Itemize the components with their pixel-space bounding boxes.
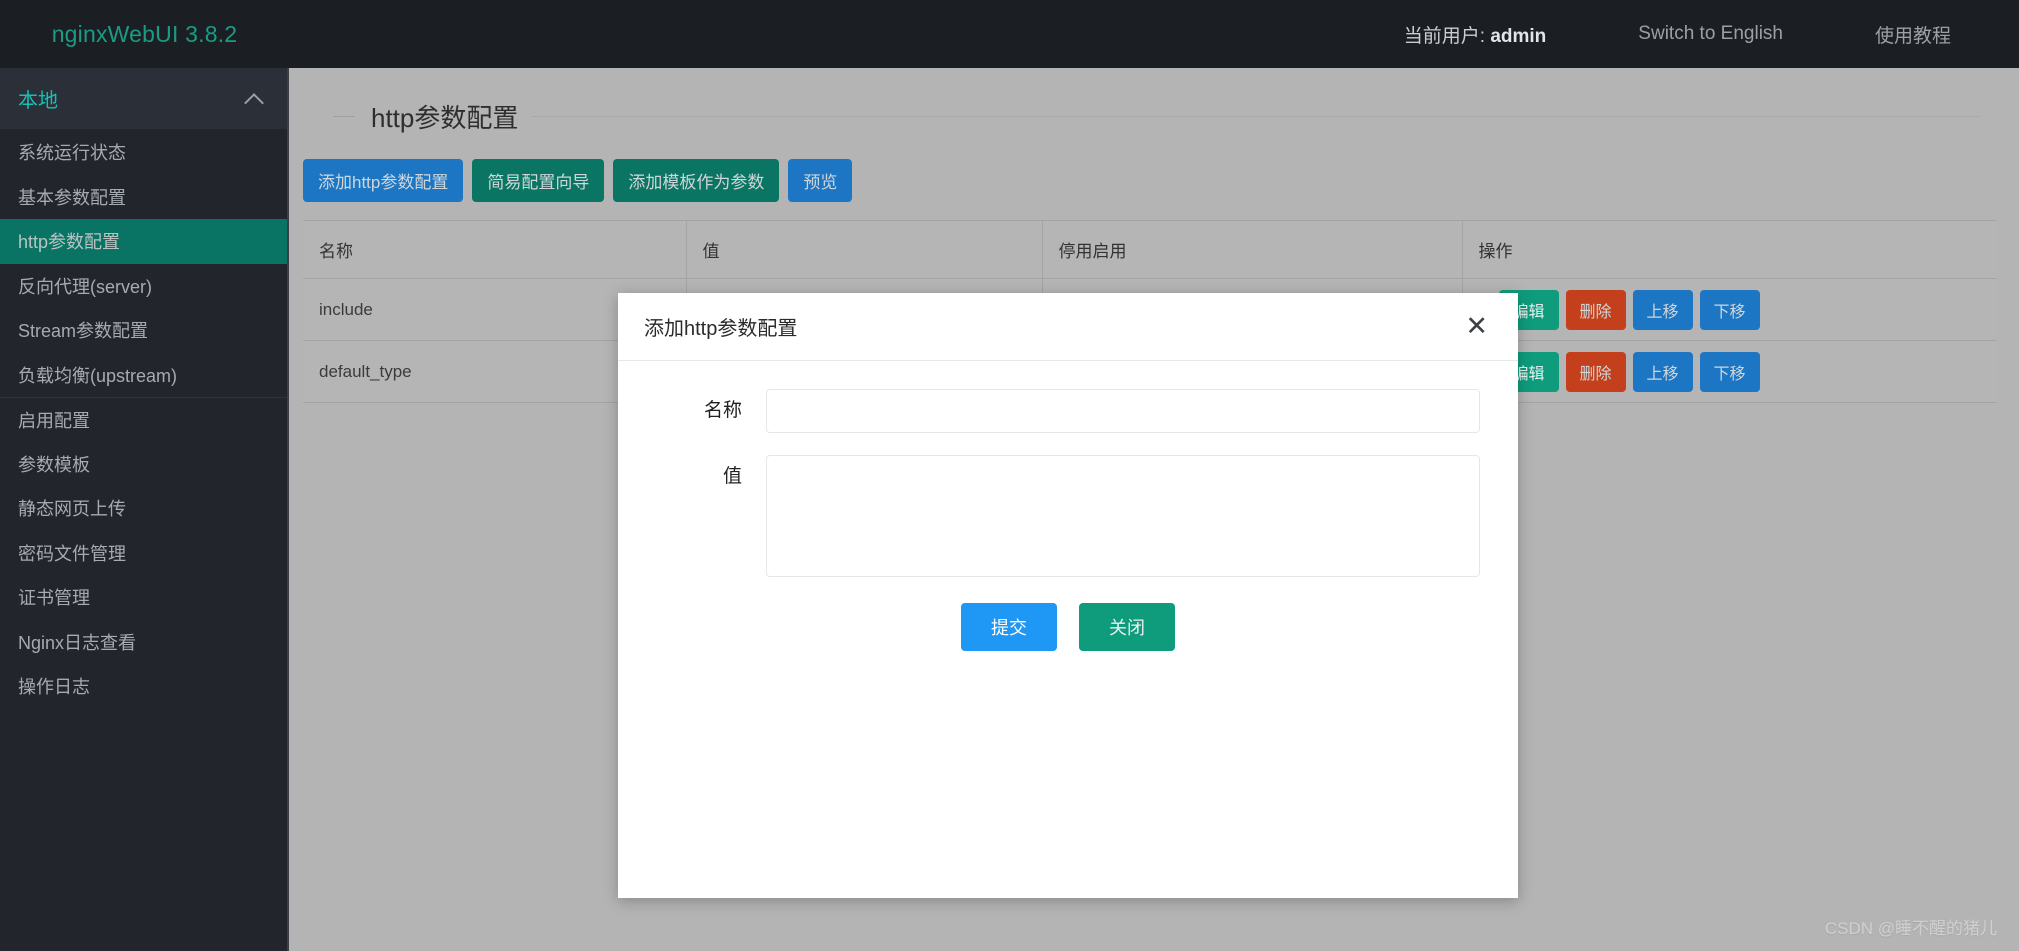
top-nav: 当前用户: admin Switch to English 使用教程 [289, 0, 2019, 68]
sidebar-item-list: 系统运行状态 基本参数配置 http参数配置反向代理(server) Stream参数… [0, 130, 287, 709]
cell-actions: 编辑 删除 上移 下移 [1462, 340, 1998, 403]
column-header-actions: 操作 [1462, 220, 1997, 279]
sidebar-item-8[interactable]: 静态网页上传 [0, 486, 287, 531]
app-logo[interactable]: nginxWebUI 3.8.2 [0, 0, 289, 68]
value-textarea[interactable] [766, 455, 1480, 577]
column-header-toggle: 停用启用 [1042, 220, 1463, 279]
form-row-name: 名称 [656, 389, 1480, 433]
toolbar-button-0[interactable]: 添加http参数配置 [303, 159, 464, 202]
name-input[interactable] [766, 389, 1480, 433]
sidebar-item-label: 证书管理 [18, 588, 90, 609]
page-title: http参数配置 [371, 103, 519, 133]
add-http-param-modal: 添加http参数配置 ✕ 名称 值 提交 关闭 [618, 293, 1518, 898]
close-button[interactable]: 关闭 [1079, 603, 1175, 651]
toolbar-button-3[interactable]: 预览 [788, 159, 853, 202]
sidebar-item-0[interactable]: 系统运行状态 [0, 130, 287, 175]
column-header-name: 名称 [303, 220, 687, 279]
sidebar-item-10[interactable]: 证书管理 [0, 575, 287, 620]
sidebar-item-4[interactable]: Stream参数配置 [0, 308, 287, 353]
modal-title: 添加http参数配置 [644, 318, 798, 340]
sidebar-item-7[interactable]: 参数模板 [0, 441, 287, 486]
sidebar-item-label: http参数配置 [18, 232, 121, 253]
sidebar-section-local[interactable]: 本地 [0, 68, 287, 130]
sidebar-item-2[interactable]: http参数配置 [0, 219, 287, 264]
watermark: CSDN @睡不醒的猪儿 [1824, 919, 1997, 938]
value-field-label: 值 [722, 466, 742, 487]
modal-actions: 提交 关闭 [656, 603, 1480, 651]
sidebar-item-label: 操作日志 [18, 677, 90, 698]
modal-header: 添加http参数配置 ✕ [618, 293, 1518, 361]
form-row-value: 值 [656, 455, 1480, 577]
sidebar-item-label: 密码文件管理 [18, 543, 126, 564]
row-action-group: 编辑 删除 上移 下移 [1479, 351, 1998, 392]
column-header-value: 值 [686, 220, 1043, 279]
switch-language-link[interactable]: Switch to English [1638, 23, 1783, 45]
sidebar-item-label: 参数模板 [18, 454, 90, 475]
sidebar-item-3[interactable]: 反向代理(server) [0, 263, 287, 308]
submit-button[interactable]: 提交 [961, 603, 1057, 651]
sidebar-item-5[interactable]: 负载均衡(upstream) [0, 352, 287, 397]
page-title-row: http参数配置 [291, 68, 2019, 135]
sidebar-item-12[interactable]: 操作日志 [0, 664, 287, 709]
sidebar-item-label: Nginx日志查看 [18, 632, 137, 653]
row-action-1[interactable]: 删除 [1565, 289, 1626, 330]
sidebar-item-label: 负载均衡(upstream) [18, 365, 178, 386]
sidebar-item-label: 基本参数配置 [18, 187, 126, 208]
page-toolbar: 添加http参数配置 简易配置向导 添加模板作为参数 预览 [291, 135, 2019, 202]
modal-body: 名称 值 提交 关闭 [618, 361, 1518, 651]
sidebar: 本地 系统运行状态 基本参数配置 http参数配置反向代理(server) Strea… [0, 68, 289, 951]
row-action-3[interactable]: 下移 [1699, 289, 1760, 330]
row-action-2[interactable]: 上移 [1632, 351, 1693, 392]
sidebar-item-1[interactable]: 基本参数配置 [0, 174, 287, 219]
toolbar-button-2[interactable]: 添加模板作为参数 [613, 159, 780, 202]
sidebar-section-label: 本地 [18, 90, 58, 112]
title-rule-right [532, 116, 1979, 117]
row-action-3[interactable]: 下移 [1699, 351, 1760, 392]
row-action-1[interactable]: 删除 [1565, 351, 1626, 392]
sidebar-item-label: 系统运行状态 [18, 143, 126, 164]
sidebar-item-label: 静态网页上传 [18, 499, 126, 520]
current-user-label: 当前用户: admin [1403, 25, 1547, 47]
row-action-group: 编辑 删除 上移 下移 [1479, 289, 1998, 330]
chevron-up-icon [245, 89, 265, 109]
sidebar-item-label: 反向代理(server) [18, 276, 152, 297]
sidebar-item-9[interactable]: 密码文件管理 [0, 530, 287, 575]
toolbar-button-1[interactable]: 简易配置向导 [472, 159, 605, 202]
table-header-row: 名称 值 停用启用 操作 [303, 220, 1997, 279]
title-rule-left [333, 116, 355, 117]
close-icon[interactable]: ✕ [1465, 313, 1488, 340]
sidebar-item-label: 启用配置 [18, 410, 90, 431]
top-header-bar: nginxWebUI 3.8.2 当前用户: admin Switch to E… [0, 0, 2019, 68]
sidebar-item-11[interactable]: Nginx日志查看 [0, 619, 287, 664]
sidebar-item-6[interactable]: 启用配置 [0, 397, 287, 442]
tutorial-link[interactable]: 使用教程 [1875, 21, 1951, 48]
cell-actions: 编辑 删除 上移 下移 [1462, 278, 1998, 341]
sidebar-item-label: Stream参数配置 [18, 321, 149, 342]
row-action-2[interactable]: 上移 [1632, 289, 1693, 330]
name-field-label: 名称 [703, 400, 742, 421]
